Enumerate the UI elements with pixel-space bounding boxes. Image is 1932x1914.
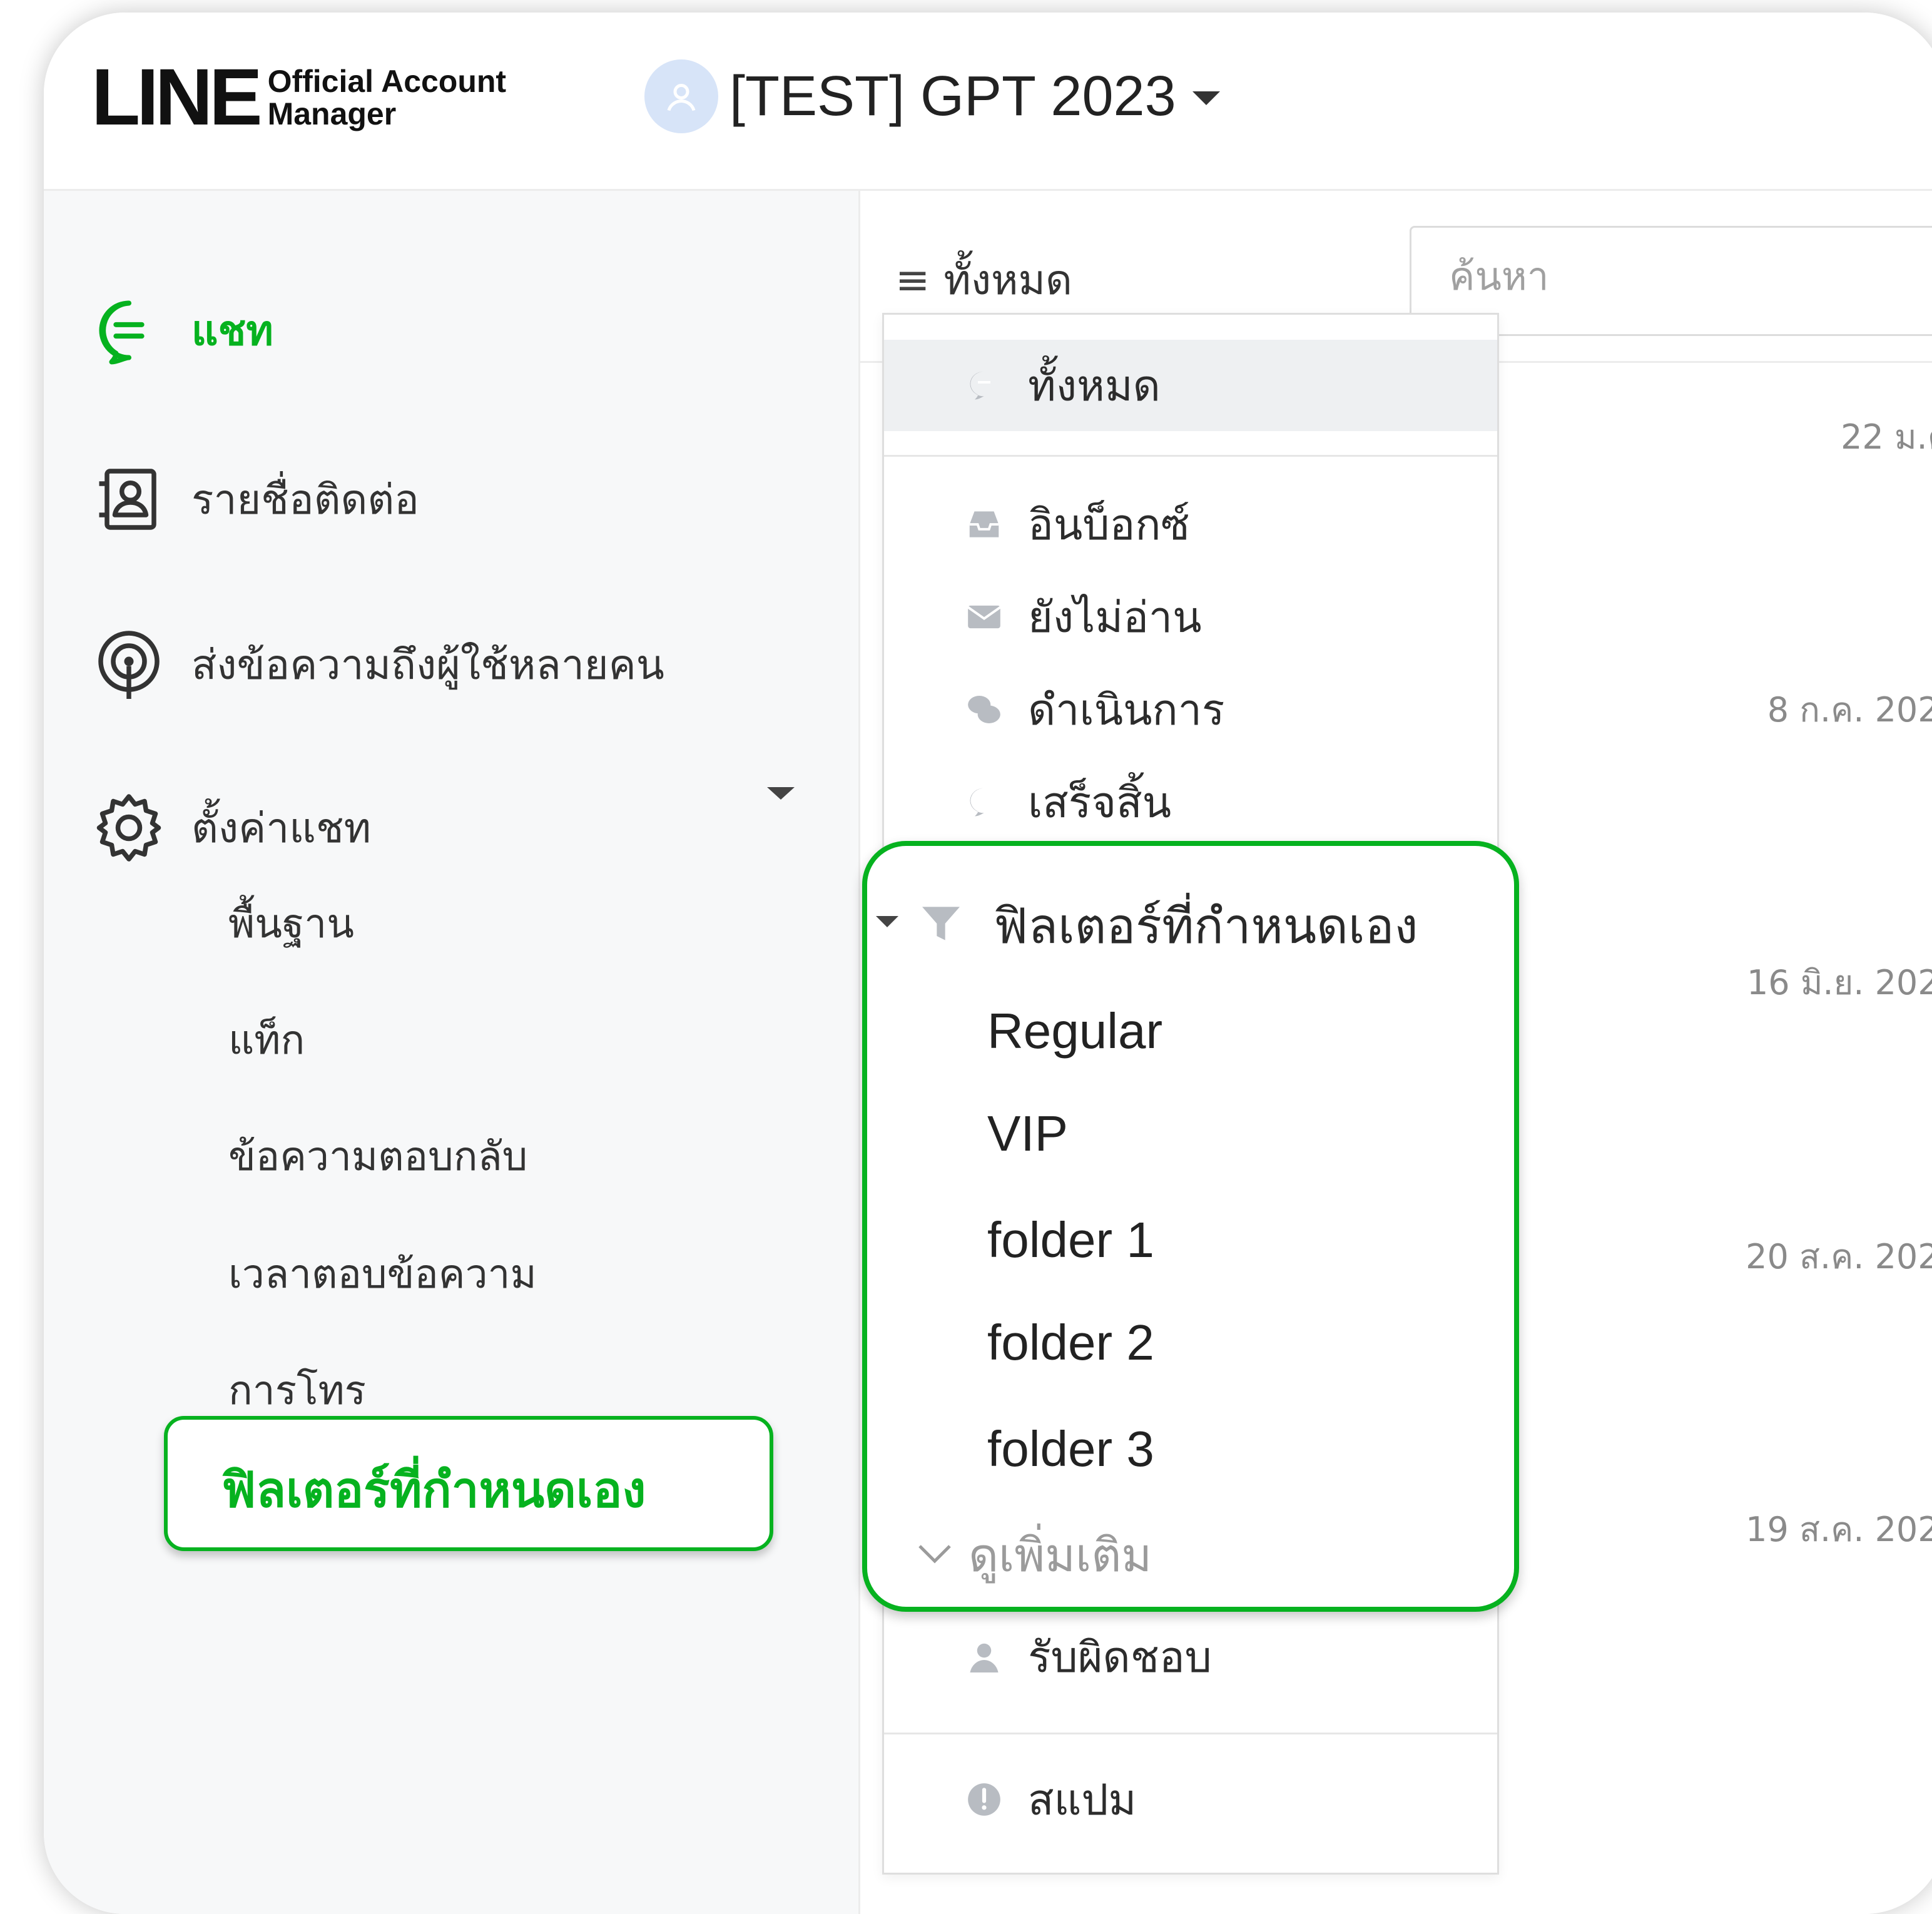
search-input[interactable] [1448,253,1926,300]
logo-subtitle-line-2: Manager [267,96,397,131]
sidebar-sub-calls[interactable]: การโทร [228,1358,366,1422]
dropdown-item-label: ยังไม่อ่าน [1028,593,1202,643]
dropdown-item-inbox[interactable]: อินบ็อกซ์ [884,484,1497,565]
custom-filters-section: ฟิลเตอร์ที่กำหนดเอง Regular VIP folder 1… [862,841,1519,1612]
divider [884,1733,1497,1734]
sidebar-sub-response-hours[interactable]: เวลาตอบข้อความ [228,1242,537,1306]
dropdown-item-unread[interactable]: ยังไม่อ่าน [884,576,1497,658]
sidebar-sub-custom-filters[interactable]: ฟิลเตอร์ที่กำหนดเอง [164,1416,773,1551]
chat-date: 16 มิ.ย. 2024 [1746,963,1932,1002]
dropdown-item-in-progress[interactable]: ดำเนินการ [884,669,1497,750]
sidebar-item-label: แชท [191,306,273,355]
chevron-down-icon [917,1541,952,1569]
account-switcher[interactable]: [TEST] GPT 2023 [644,59,1220,133]
dropdown-item-label: ทั้งหมด [1028,362,1161,411]
sidebar-sub-auto-reply[interactable]: ข้อความตอบกลับ [228,1124,527,1188]
custom-filter-item[interactable]: folder 1 [987,1211,1154,1269]
sidebar-item-label: ส่งข้อความถึงผู้ใช้หลายคน [191,640,664,689]
sidebar-item-chat-settings[interactable]: ตั้งค่าแชท [91,790,371,865]
sidebar-item-label: ตั้งค่าแชท [191,803,372,852]
chat-bubble-icon [964,365,1004,405]
filter-funnel-icon [916,898,966,951]
check-bubble-icon [964,782,1004,822]
sidebar-item-contacts[interactable]: รายชื่อติดต่อ [91,462,419,537]
chat-date: 22 ม.ค. [1841,417,1932,457]
sidebar-item-chat[interactable]: แชท [91,293,273,368]
custom-filter-item[interactable]: Regular [987,1002,1162,1060]
divider [884,455,1497,457]
dropdown-item-label: อินบ็อกซ์ [1028,501,1190,550]
sidebar-sub-custom-filters-label: ฟิลเตอร์ที่กำหนดเอง [221,1462,646,1519]
chat-date: 20 ส.ค. 2023 [1746,1237,1932,1276]
dropdown-item-assigned[interactable]: รับผิดชอบ [884,1616,1497,1698]
contacts-icon [91,462,166,537]
filter-dropdown-toggle[interactable]: ≡ ทั้งหมด [895,247,1072,313]
menu-icon: ≡ [895,256,930,304]
sidebar-sub-tags[interactable]: แท็ก [228,1008,305,1072]
inbox-icon [964,504,1004,544]
logo-subtitle-line-1: Official Account [267,64,507,99]
chat-icon [91,293,166,368]
top-header: LINE Official Account Manager [TEST] GPT… [44,13,1932,191]
envelope-icon [964,597,1004,637]
see-more-button[interactable]: ดูเพิ่มเติม [917,1518,1152,1592]
dropdown-item-label: ดำเนินการ [1028,686,1225,735]
app-window: LINE Official Account Manager [TEST] GPT… [44,13,1932,1914]
logo-subtitle: Official Account Manager [268,65,507,130]
sidebar: แชท รายชื่อติดต่อ ส่งข้อความถึงผู้ใช้หลา… [44,191,860,1914]
dropdown-item-done[interactable]: เสร็จสิ้น [884,761,1497,843]
see-more-label: ดูเพิ่มเติม [969,1529,1152,1582]
chat-date: 19 ส.ค. 2023 [1746,1510,1932,1549]
custom-filters-heading[interactable]: ฟิลเตอร์ที่กำหนดเอง [994,887,1418,965]
custom-filter-item[interactable]: folder 2 [987,1314,1154,1372]
person-icon [964,1637,1004,1677]
dropdown-item-label: รับผิดชอบ [1028,1633,1212,1682]
line-oa-manager-logo[interactable]: LINE Official Account Manager [91,58,506,138]
sidebar-item-label: รายชื่อติดต่อ [191,475,419,524]
conversation-icon [964,690,1004,730]
chat-date: 8 ก.ค. 2024 [1767,690,1932,730]
caret-down-icon[interactable] [876,916,898,927]
account-avatar-icon [644,59,718,133]
gear-icon [91,790,166,865]
dropdown-item-all[interactable]: ทั้งหมด [884,340,1497,431]
alert-icon [964,1779,1004,1820]
custom-filter-item[interactable]: folder 3 [987,1420,1154,1478]
dropdown-item-spam[interactable]: สแปม [884,1759,1497,1840]
dropdown-item-label: สแปม [1028,1776,1137,1825]
logo-word: LINE [91,53,263,142]
sidebar-item-broadcast[interactable]: ส่งข้อความถึงผู้ใช้หลายคน [91,627,664,702]
dropdown-item-label: เสร็จสิ้น [1028,778,1172,828]
caret-down-icon[interactable] [767,787,795,800]
filter-dropdown-label: ทั้งหมด [943,256,1072,304]
caret-down-icon [1192,91,1220,105]
custom-filter-item[interactable]: VIP [987,1105,1068,1163]
sidebar-sub-basic[interactable]: พื้นฐาน [228,892,354,955]
account-name: [TEST] GPT 2023 [730,64,1176,128]
broadcast-icon [91,627,166,702]
